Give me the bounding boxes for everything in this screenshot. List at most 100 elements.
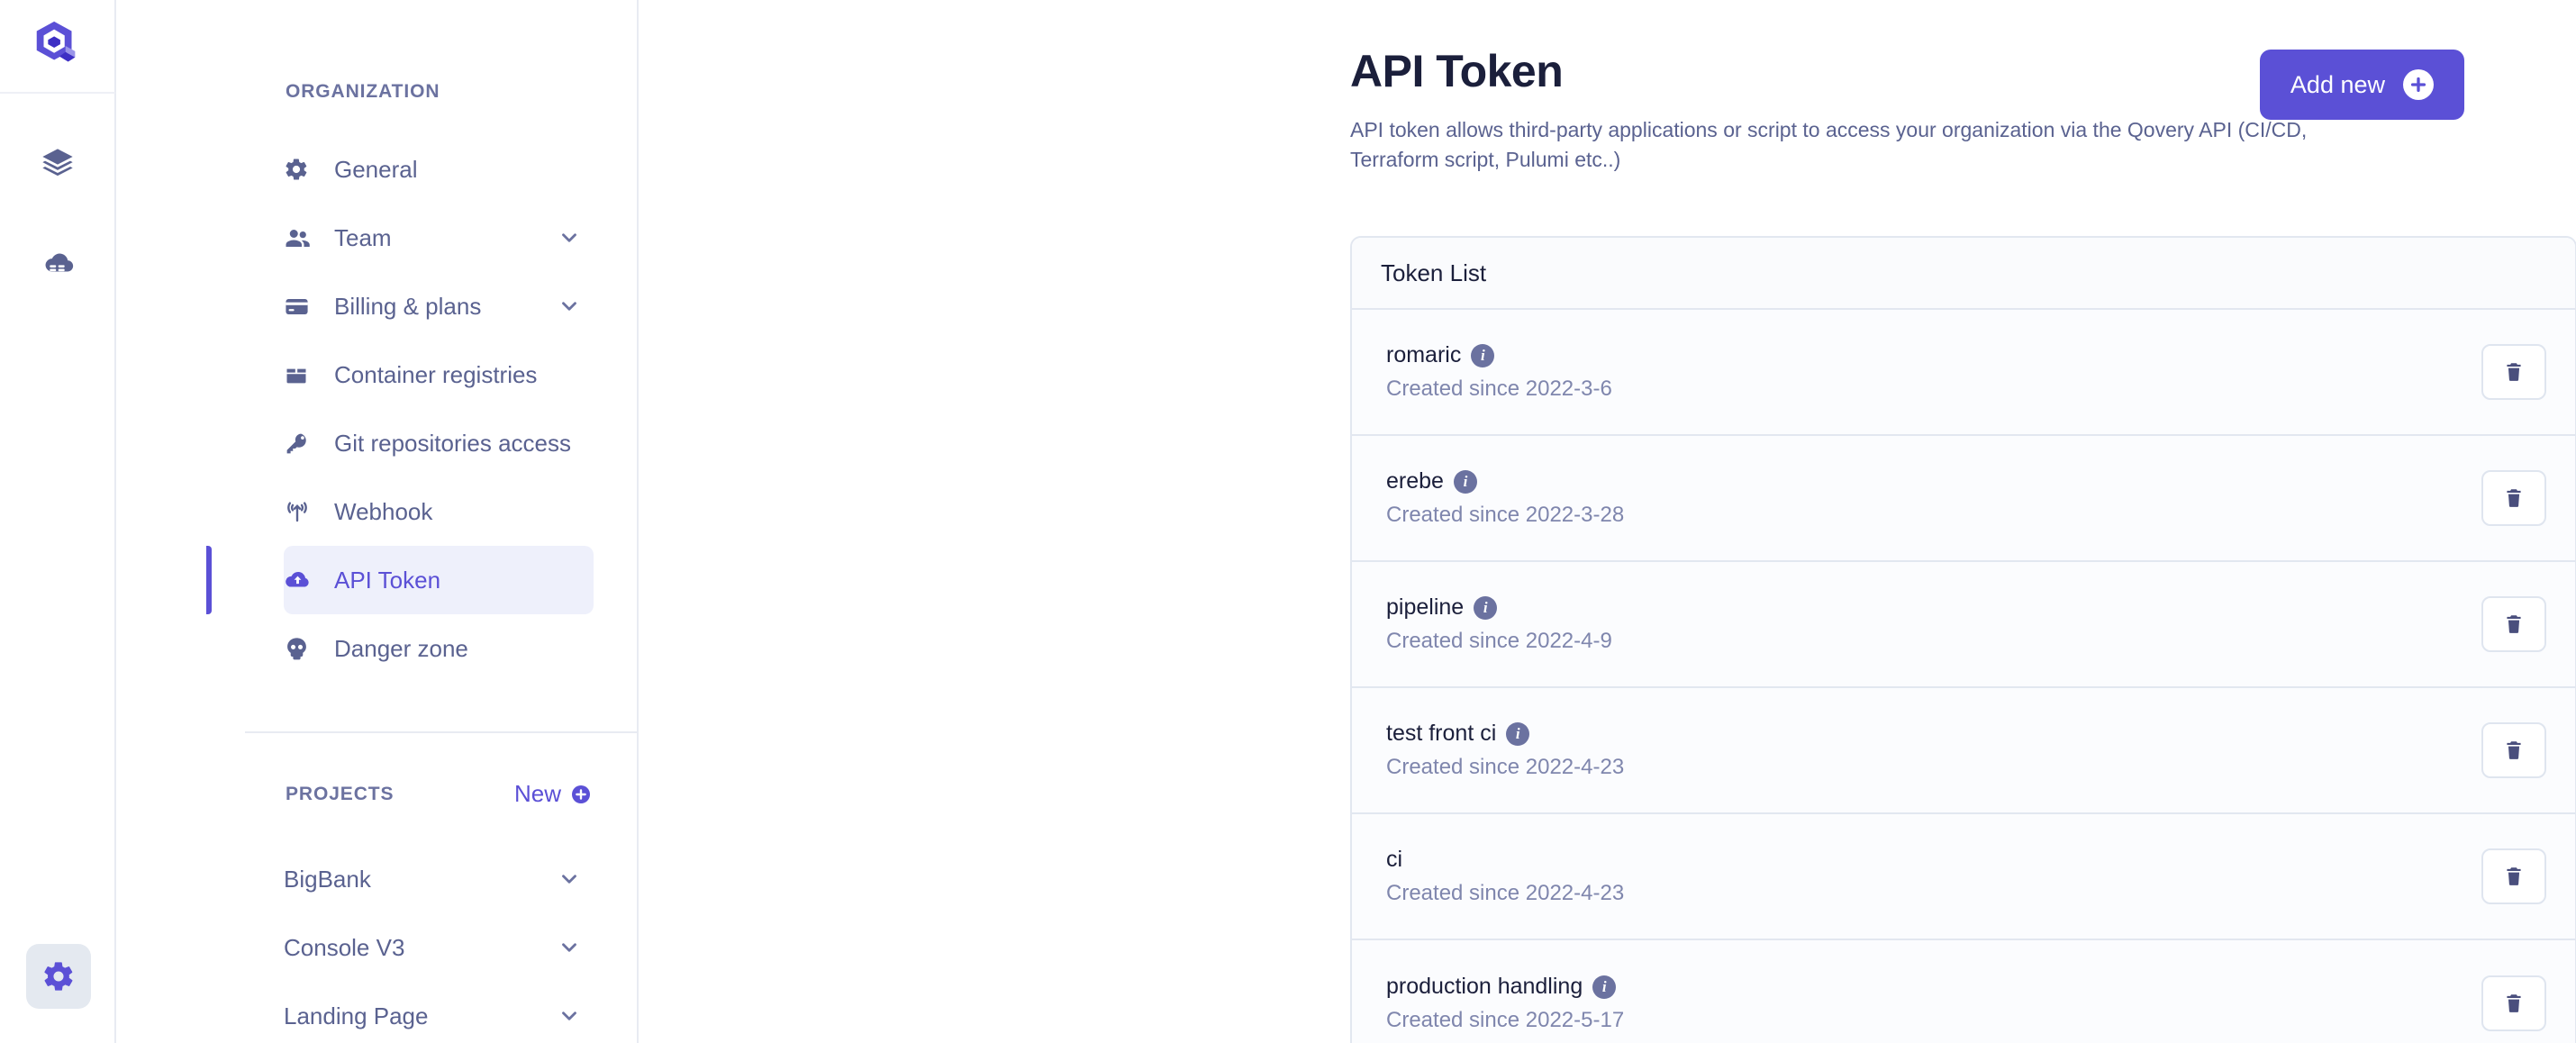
- chevron-down-icon[interactable]: [558, 226, 594, 249]
- table-row: romaric i Created since 2022-3-6: [1352, 310, 2575, 436]
- qovery-logo[interactable]: [0, 0, 115, 94]
- page-title: API Token: [1350, 46, 1564, 96]
- chevron-down-icon[interactable]: [558, 295, 594, 318]
- projects-label: PROJECTS: [286, 783, 395, 804]
- token-info: pipeline i Created since 2022-4-9: [1386, 594, 1612, 654]
- qovery-logo-icon: [36, 21, 75, 62]
- token-name: ci: [1386, 847, 1403, 872]
- sidebar-item-danger-zone[interactable]: Danger zone: [284, 614, 594, 683]
- info-icon[interactable]: i: [1592, 975, 1617, 999]
- plus-icon: [2403, 69, 2434, 100]
- sidebar-item-general[interactable]: General: [284, 135, 594, 204]
- token-created-date: Created since 2022-4-23: [1386, 881, 1625, 905]
- info-icon[interactable]: i: [1471, 343, 1495, 367]
- sidebar-item-api-token[interactable]: API Token: [206, 546, 594, 614]
- box-icon: [284, 362, 323, 387]
- token-created-date: Created since 2022-4-23: [1386, 755, 1625, 779]
- table-row: production handling i Created since 2022…: [1352, 940, 2575, 1043]
- delete-token-button[interactable]: [2481, 848, 2546, 904]
- new-project-label: New: [513, 780, 561, 807]
- sidebar-item-label: Webhook: [334, 497, 433, 525]
- token-created-date: Created since 2022-5-17: [1386, 1008, 1625, 1032]
- trash-icon: [2507, 867, 2521, 885]
- sidebar-item-team[interactable]: Team: [284, 204, 594, 272]
- layers-icon: [41, 149, 73, 177]
- rail-bottom: [0, 944, 116, 1009]
- sidebar-item-billing[interactable]: Billing & plans: [284, 272, 594, 340]
- sidebar-section-projects: PROJECTS New: [286, 780, 592, 808]
- info-icon[interactable]: i: [1474, 595, 1498, 620]
- page-description: API token allows third-party application…: [1350, 118, 2308, 172]
- delete-token-button[interactable]: [2481, 975, 2546, 1031]
- app-root: ORGANIZATION General Team Billing & plan…: [0, 0, 2576, 1043]
- credit-card-icon: [284, 294, 323, 320]
- project-label: Console V3: [284, 933, 405, 961]
- delete-token-button[interactable]: [2481, 596, 2546, 652]
- new-project-button[interactable]: New: [514, 780, 592, 808]
- skull-icon: [284, 636, 323, 662]
- sidebar: ORGANIZATION General Team Billing & plan…: [116, 0, 639, 1043]
- plus-circle-icon: [572, 785, 590, 803]
- settings-button[interactable]: [25, 944, 91, 1009]
- icon-rail: [0, 0, 116, 1043]
- info-icon[interactable]: i: [1506, 721, 1530, 746]
- sidebar-divider: [245, 731, 639, 733]
- token-name: romaric: [1386, 342, 1462, 367]
- project-item-bigbank[interactable]: BigBank: [284, 845, 594, 913]
- info-icon[interactable]: i: [1453, 469, 1477, 494]
- antenna-icon: [284, 498, 323, 525]
- token-list-title: Token List: [1381, 258, 1487, 286]
- project-item-landing-page[interactable]: Landing Page: [284, 982, 594, 1043]
- token-list-header: Token List: [1352, 238, 2575, 310]
- rail-icon-list: [32, 94, 83, 288]
- trash-icon: [2507, 363, 2521, 381]
- sidebar-nav-list: General Team Billing & plans Container r…: [116, 135, 639, 683]
- token-info: romaric i Created since 2022-3-6: [1386, 342, 1612, 402]
- sidebar-item-label: General: [334, 155, 418, 183]
- token-name-line: erebe i: [1386, 468, 1624, 494]
- sidebar-item-label: Container registries: [334, 360, 538, 388]
- trash-icon: [2507, 615, 2521, 633]
- add-new-button[interactable]: Add new: [2259, 50, 2464, 120]
- cloud-upload-icon: [284, 567, 323, 594]
- token-name: production handling: [1386, 974, 1583, 999]
- token-info: ci Created since 2022-4-23: [1386, 847, 1624, 906]
- project-label: Landing Page: [284, 1002, 429, 1029]
- table-row: pipeline i Created since 2022-4-9: [1352, 562, 2575, 688]
- delete-token-button[interactable]: [2481, 344, 2546, 400]
- token-name: pipeline: [1386, 594, 1465, 620]
- rail-item-layers[interactable]: [32, 141, 83, 187]
- table-row: test front ci i Created since 2022-4-23: [1352, 688, 2575, 814]
- token-created-date: Created since 2022-3-28: [1386, 503, 1625, 527]
- delete-token-button[interactable]: [2481, 722, 2546, 778]
- token-created-date: Created since 2022-4-9: [1386, 629, 1612, 653]
- sidebar-item-label: Team: [334, 223, 392, 251]
- token-list-card: Token List romaric i Created since 2022-…: [1350, 236, 2576, 1043]
- add-new-label: Add new: [2290, 70, 2385, 98]
- project-item-console-v3[interactable]: Console V3: [284, 913, 594, 982]
- token-name-line: production handling i: [1386, 974, 1624, 1000]
- sidebar-item-container-registries[interactable]: Container registries: [284, 340, 594, 409]
- trash-icon: [2507, 994, 2521, 1012]
- token-name: test front ci: [1386, 721, 1497, 746]
- rail-item-clusters[interactable]: [32, 241, 83, 288]
- sidebar-item-webhook[interactable]: Webhook: [284, 477, 594, 546]
- chevron-down-icon[interactable]: [558, 867, 594, 891]
- token-created-date: Created since 2022-3-6: [1386, 376, 1612, 401]
- token-name: erebe: [1386, 468, 1444, 494]
- token-info: production handling i Created since 2022…: [1386, 974, 1624, 1033]
- token-name-line: romaric i: [1386, 342, 1612, 368]
- token-name-line: ci: [1386, 847, 1624, 873]
- chevron-down-icon[interactable]: [558, 936, 594, 959]
- key-icon: [284, 431, 323, 457]
- chevron-down-icon[interactable]: [558, 1004, 594, 1028]
- sidebar-item-label: Danger zone: [334, 634, 468, 662]
- sidebar-item-label: API Token: [334, 566, 441, 594]
- sidebar-item-label: Git repositories access: [334, 429, 571, 457]
- sidebar-item-label: Billing & plans: [334, 292, 482, 320]
- delete-token-button[interactable]: [2481, 470, 2546, 526]
- sidebar-item-git-repositories-access[interactable]: Git repositories access: [284, 409, 594, 477]
- gear-icon: [284, 157, 323, 182]
- team-icon: [284, 224, 323, 251]
- gear-icon: [43, 962, 72, 991]
